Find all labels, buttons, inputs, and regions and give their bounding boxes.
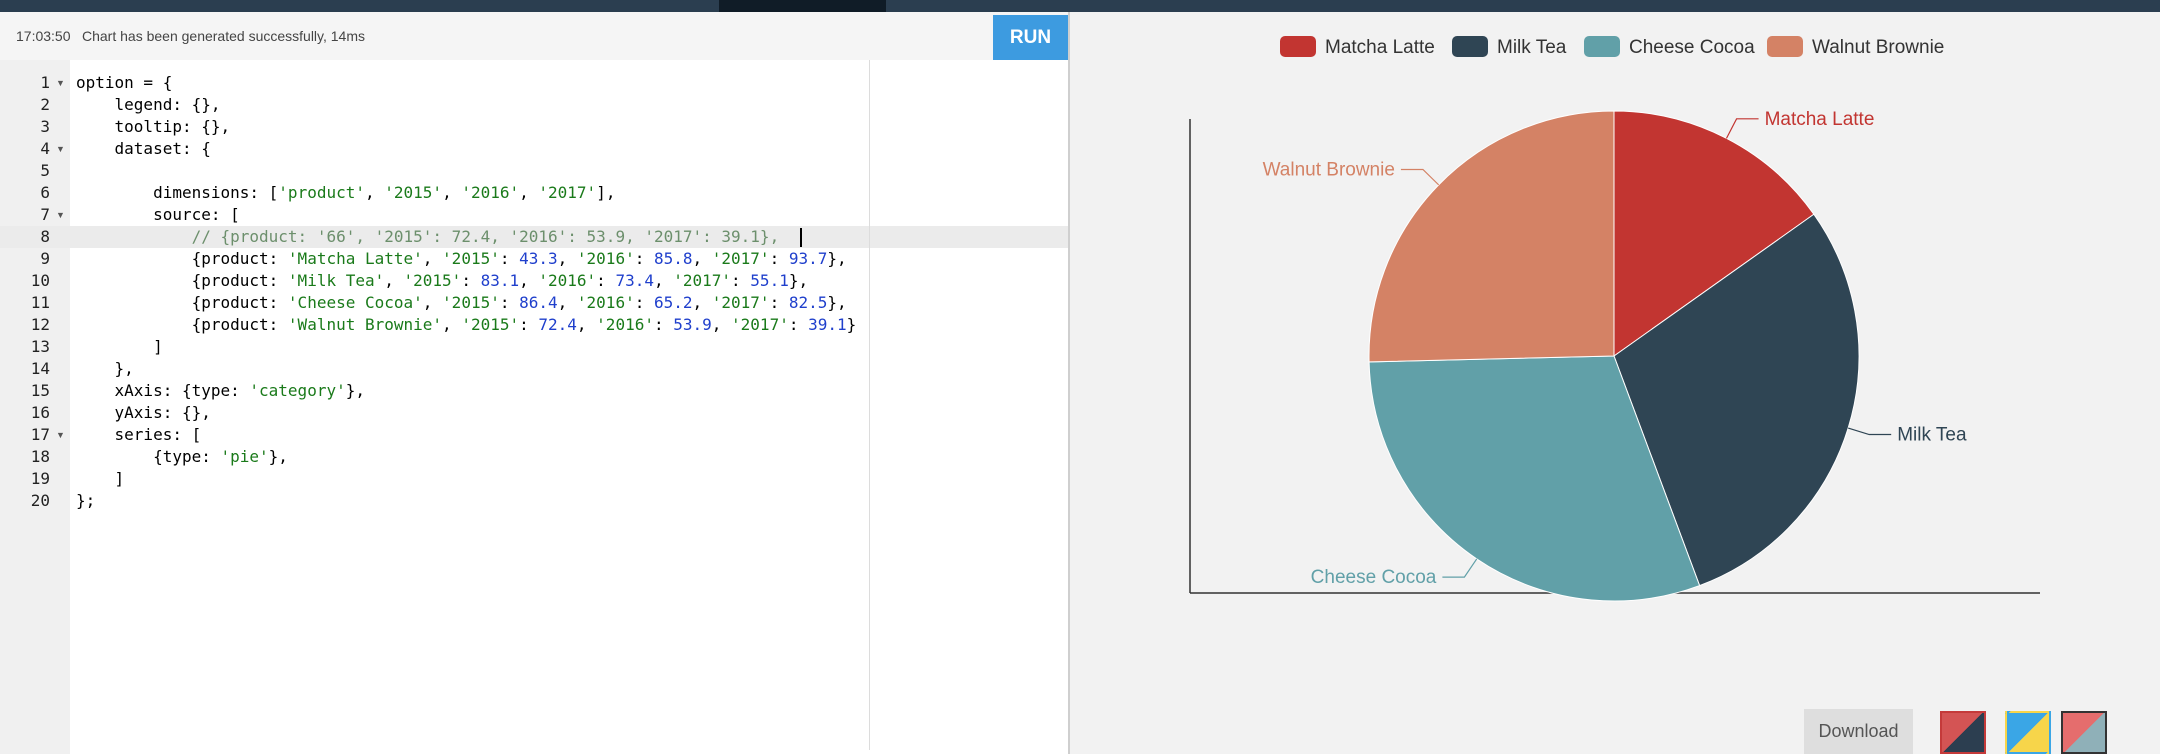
theme-swatch-light[interactable]: [2005, 711, 2051, 754]
print-margin: [869, 60, 870, 750]
code-line[interactable]: legend: {},: [76, 94, 221, 116]
status-time: 17:03:50: [16, 28, 71, 44]
label-leader-line: [1725, 118, 1759, 139]
code-line[interactable]: {product: 'Matcha Latte', '2015': 43.3, …: [76, 248, 847, 270]
line-number: 12: [30, 315, 50, 334]
line-number: 17: [30, 425, 50, 444]
line-number: 13: [30, 337, 50, 356]
code-line[interactable]: dimensions: ['product', '2015', '2016', …: [76, 182, 615, 204]
fold-toggle-icon[interactable]: ▼: [56, 138, 66, 160]
legend-swatch: [1452, 36, 1488, 57]
line-number: 14: [30, 359, 50, 378]
line-number: 7: [40, 205, 50, 224]
fold-toggle-icon[interactable]: ▼: [56, 72, 66, 94]
line-number: 15: [30, 381, 50, 400]
legend-swatch: [1767, 36, 1803, 57]
code-line[interactable]: {product: 'Milk Tea', '2015': 83.1, '201…: [76, 270, 809, 292]
code-line[interactable]: dataset: {: [76, 138, 211, 160]
code-line[interactable]: source: [: [76, 204, 240, 226]
line-number: 16: [30, 403, 50, 422]
code-line[interactable]: {type: 'pie'},: [76, 446, 288, 468]
top-navigation-bar: [0, 0, 2160, 12]
code-line[interactable]: yAxis: {},: [76, 402, 211, 424]
text-cursor: [800, 228, 802, 247]
legend-swatch: [1584, 36, 1620, 57]
code-line[interactable]: ]: [76, 336, 163, 358]
line-number: 4: [40, 139, 50, 158]
line-number: 18: [30, 447, 50, 466]
active-nav-tab[interactable]: [719, 0, 886, 12]
label-leader-line: [1442, 558, 1478, 578]
code-line[interactable]: // {product: '66', '2015': 72.4, '2016':…: [76, 226, 780, 248]
legend-label: Milk Tea: [1497, 37, 1567, 58]
code-line[interactable]: series: [: [76, 424, 202, 446]
chart-pane: Matcha Latte Milk Tea Cheese Cocoa Walnut B…: [1070, 12, 2160, 754]
label-leader-line: [1847, 427, 1892, 436]
code-line[interactable]: option = {: [76, 72, 172, 94]
line-number: 20: [30, 491, 50, 510]
code-editor[interactable]: [70, 60, 1068, 754]
fold-toggle-icon[interactable]: ▼: [56, 424, 66, 446]
status-bar: 17:03:50 Chart has been generated succes…: [0, 12, 1068, 60]
legend-swatch: [1280, 36, 1316, 57]
code-line[interactable]: {product: 'Cheese Cocoa', '2015': 86.4, …: [76, 292, 847, 314]
line-number: 1: [40, 73, 50, 92]
code-line[interactable]: tooltip: {},: [76, 116, 231, 138]
line-number: 11: [30, 293, 50, 312]
legend-item[interactable]: Walnut Brownie: [1767, 36, 1944, 58]
line-number: 2: [40, 95, 50, 114]
download-button[interactable]: Download: [1804, 709, 1913, 754]
slice-label: Walnut Brownie: [1263, 160, 1395, 181]
run-button[interactable]: RUN: [993, 15, 1068, 60]
line-number: 6: [40, 183, 50, 202]
theme-swatch-dark[interactable]: [2061, 711, 2107, 754]
line-number: 8: [40, 227, 50, 246]
legend-item[interactable]: Matcha Latte: [1280, 36, 1435, 58]
fold-toggle-icon[interactable]: ▼: [56, 204, 66, 226]
line-number: 9: [40, 249, 50, 268]
slice-label: Cheese Cocoa: [1311, 567, 1437, 588]
line-number: 19: [30, 469, 50, 488]
legend-label: Walnut Brownie: [1812, 37, 1944, 58]
line-number: 10: [30, 271, 50, 290]
code-line[interactable]: xAxis: {type: 'category'},: [76, 380, 365, 402]
label-leader-line: [1400, 168, 1440, 186]
theme-swatch-default[interactable]: [1940, 711, 1986, 754]
line-number: 5: [40, 161, 50, 180]
editor-pane: 17:03:50 Chart has been generated succes…: [0, 12, 1068, 754]
code-line[interactable]: },: [76, 358, 134, 380]
code-line[interactable]: ]: [76, 468, 125, 490]
line-number: 3: [40, 117, 50, 136]
legend-label: Matcha Latte: [1325, 37, 1435, 58]
code-line[interactable]: };: [76, 490, 95, 512]
code-line[interactable]: {product: 'Walnut Brownie', '2015': 72.4…: [76, 314, 857, 336]
legend-label: Cheese Cocoa: [1629, 37, 1755, 58]
legend-item[interactable]: Cheese Cocoa: [1584, 36, 1755, 58]
status-message: Chart has been generated successfully, 1…: [82, 28, 366, 44]
legend-item[interactable]: Milk Tea: [1452, 36, 1567, 58]
slice-label: Matcha Latte: [1765, 109, 1875, 130]
pie-chart[interactable]: Matcha Latte Milk Tea Cheese Cocoa Walnut B…: [1070, 12, 2160, 754]
pie-slice[interactable]: [1368, 110, 1615, 363]
slice-label: Milk Tea: [1897, 425, 1967, 446]
